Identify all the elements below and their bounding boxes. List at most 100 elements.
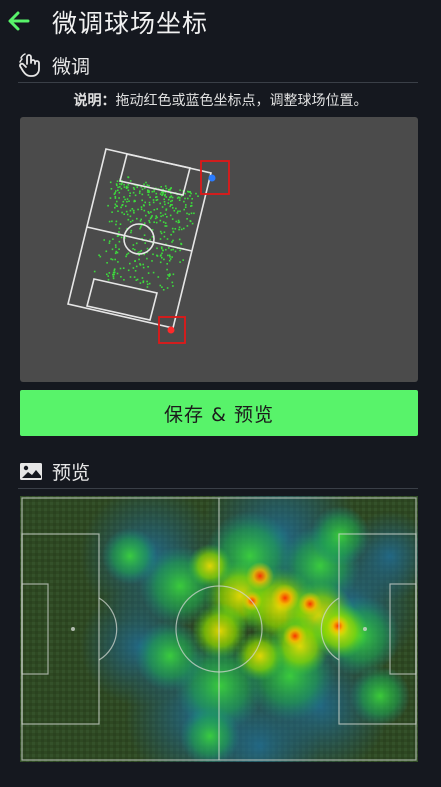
scatter-point (164, 203, 166, 206)
pitch-tune-canvas[interactable] (20, 117, 418, 382)
scatter-point (148, 282, 151, 285)
arrow-left-icon[interactable] (6, 8, 32, 34)
scatter-point (114, 244, 117, 246)
scatter-point (127, 186, 129, 189)
scatter-point (143, 187, 146, 189)
scatter-point (161, 206, 164, 208)
scatter-point (163, 235, 166, 238)
scatter-point (153, 221, 155, 223)
tune-section-header: 微调 (18, 50, 418, 83)
scatter-point (146, 280, 148, 283)
scatter-point (186, 225, 189, 227)
heat-blob (271, 584, 299, 612)
scatter-point (126, 200, 128, 203)
heat-blob (235, 631, 285, 681)
scatter-point (163, 258, 165, 261)
scatter-point (193, 212, 195, 215)
scatter-point (123, 186, 126, 188)
scatter-point (141, 193, 144, 196)
scatter-point (190, 204, 193, 207)
scatter-point (187, 190, 189, 193)
scatter-point (177, 210, 179, 213)
scatter-point (114, 206, 116, 209)
scatter-point (129, 192, 131, 194)
scatter-point (137, 208, 139, 211)
scatter-point (138, 192, 141, 194)
scatter-point (172, 273, 175, 276)
scatter-point (112, 238, 114, 240)
scatter-point (109, 197, 112, 199)
red-corner-handle[interactable] (158, 316, 186, 344)
heatmap-preview (20, 496, 418, 762)
scatter-point (113, 193, 116, 195)
scatter-point (99, 255, 102, 258)
scatter-point (177, 219, 180, 222)
scatter-point (123, 213, 125, 215)
scatter-point (124, 198, 126, 201)
hand-pointer-icon (19, 53, 40, 77)
pitch-outline (67, 148, 212, 329)
scatter-point (169, 205, 171, 208)
scatter-point (156, 254, 158, 257)
scatter-point (146, 257, 148, 260)
scatter-point (163, 198, 165, 201)
scatter-point (159, 230, 162, 233)
heat-blob (327, 615, 349, 637)
scatter-point (162, 214, 164, 217)
scatter-point (159, 261, 162, 264)
scatter-point (184, 206, 187, 208)
scatter-point (173, 209, 176, 212)
scatter-point (118, 248, 120, 250)
scatter-point (123, 279, 125, 281)
scatter-point (170, 200, 172, 203)
heat-blob (298, 592, 322, 616)
save-preview-button[interactable]: 保存 & 预览 (20, 390, 418, 436)
heatmap-layer (80, 496, 418, 762)
scatter-point (148, 204, 151, 206)
scatter-point (190, 202, 193, 204)
scatter-point (153, 209, 156, 211)
scatter-point (164, 185, 167, 187)
scatter-point (129, 180, 132, 182)
scatter-point (168, 247, 170, 249)
heat-blob (102, 528, 158, 584)
scatter-point (178, 226, 181, 229)
scatter-point (175, 220, 178, 223)
scatter-point (143, 209, 146, 212)
scatter-point (133, 200, 135, 203)
scatter-point (108, 272, 111, 274)
instruction-prefix: 说明： (73, 93, 116, 109)
scatter-point (132, 244, 135, 246)
scatter-point (159, 284, 162, 287)
scatter-point (159, 219, 162, 222)
scatter-point (93, 270, 96, 273)
scatter-point (115, 246, 117, 248)
scatter-point (172, 248, 174, 251)
scatter-point (127, 176, 130, 179)
scatter-point (156, 198, 159, 201)
scatter-point (111, 211, 113, 213)
scatter-point (191, 198, 193, 200)
scatter-point (121, 182, 123, 184)
scatter-point (119, 186, 121, 188)
scatter-point (142, 204, 145, 206)
scatter-point (152, 253, 154, 256)
scatter-point (120, 276, 122, 278)
scatter-point (156, 208, 158, 210)
scatter-point (119, 267, 122, 270)
scatter-point (141, 188, 144, 191)
scatter-point (148, 221, 151, 224)
scatter-point (147, 272, 150, 274)
scatter-point (167, 202, 170, 204)
scatter-point (139, 264, 142, 266)
scatter-point (152, 201, 155, 204)
scatter-point (168, 189, 170, 191)
scatter-point (170, 187, 172, 189)
scatter-point (178, 228, 180, 231)
blue-corner-handle[interactable] (200, 160, 230, 195)
scatter-point (183, 227, 185, 230)
tune-section-label: 微调 (52, 56, 91, 78)
scatter-point (197, 195, 199, 197)
scatter-point (120, 187, 123, 190)
scatter-point (144, 201, 146, 204)
